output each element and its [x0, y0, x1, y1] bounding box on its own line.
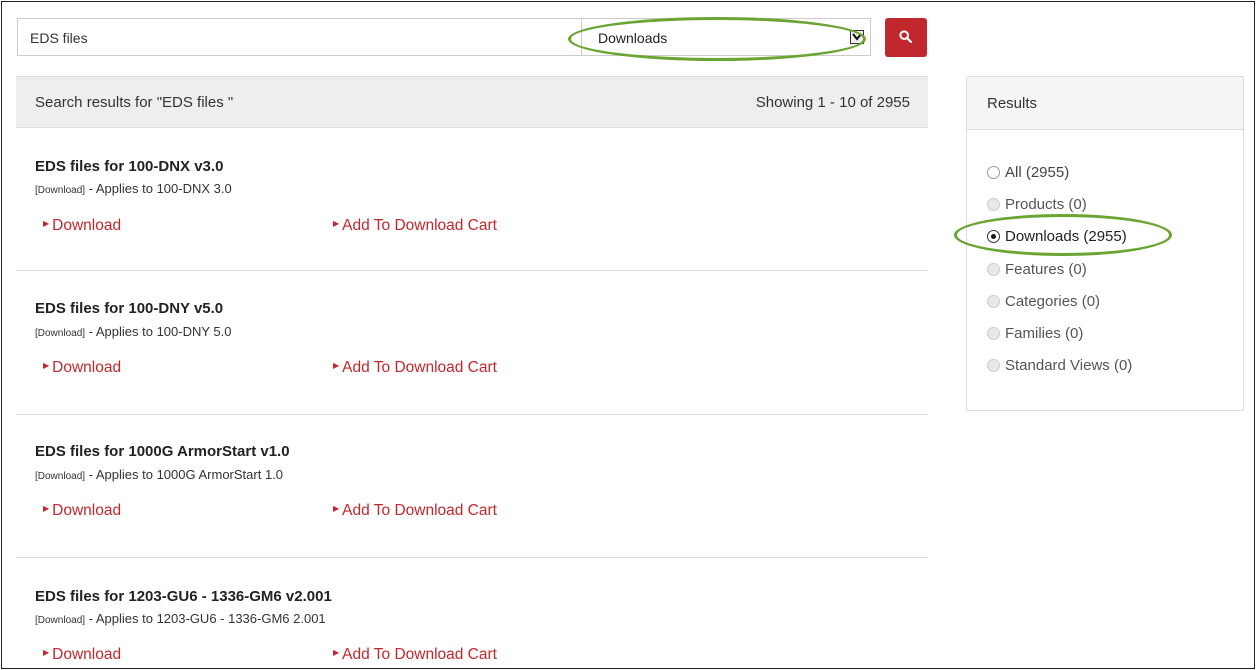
search-input-value: EDS files — [30, 30, 88, 46]
filter-option-all[interactable]: All (2955) — [987, 164, 1069, 181]
filter-option-products: Products (0) — [987, 196, 1087, 213]
triangle-right-icon: ▶ — [43, 648, 50, 657]
result-title[interactable]: EDS files for 100-DNX v3.0 — [35, 158, 223, 175]
add-to-cart-link[interactable]: ▶ Add To Download Cart — [333, 502, 497, 520]
result-tag: [Download] — [35, 185, 86, 196]
results-header: Search results for "EDS files " Showing … — [16, 76, 928, 128]
download-link-label: Download — [52, 502, 122, 519]
filter-label: Categories (0) — [1005, 293, 1101, 310]
radio-icon — [987, 198, 1000, 211]
add-to-cart-link[interactable]: ▶ Add To Download Cart — [333, 217, 497, 235]
results-filter-panel: Results All (2955) Products (0) Download… — [966, 76, 1244, 411]
radio-icon — [987, 359, 1000, 372]
result-applies: - Applies to 100-DNY 5.0 — [85, 324, 232, 339]
filter-label: Standard Views (0) — [1005, 357, 1133, 374]
result-title[interactable]: EDS files for 1000G ArmorStart v1.0 — [35, 443, 290, 460]
filter-option-categories: Categories (0) — [987, 293, 1100, 310]
add-to-cart-label: Add To Download Cart — [342, 502, 497, 519]
filter-label: Downloads (2955) — [1005, 228, 1127, 245]
search-button[interactable] — [885, 18, 927, 57]
radio-checked-icon[interactable] — [987, 230, 1000, 243]
result-title[interactable]: EDS files for 100-DNY v5.0 — [35, 300, 223, 317]
search-icon — [899, 30, 912, 43]
filter-label: All (2955) — [1005, 164, 1070, 181]
results-count: Showing 1 - 10 of 2955 — [755, 94, 910, 111]
triangle-right-icon: ▶ — [43, 361, 50, 370]
add-to-cart-link[interactable]: ▶ Add To Download Cart — [333, 646, 497, 664]
result-item: EDS files for 100-DNX v3.0 [Download] - … — [16, 128, 928, 271]
result-subtitle: [Download] - Applies to 100-DNY 5.0 — [35, 324, 231, 339]
download-link-label: Download — [52, 359, 122, 376]
triangle-right-icon: ▶ — [333, 648, 340, 657]
result-tag: [Download] — [35, 615, 86, 626]
download-link[interactable]: ▶ Download — [43, 646, 121, 664]
result-item: EDS files for 1000G ArmorStart v1.0 [Dow… — [16, 415, 928, 558]
download-link[interactable]: ▶ Download — [43, 502, 121, 520]
panel-title: Results — [987, 95, 1038, 112]
result-tag: [Download] — [35, 328, 86, 339]
results-title: Search results for "EDS files " — [35, 94, 234, 111]
filter-label: Products (0) — [1005, 196, 1087, 213]
add-to-cart-label: Add To Download Cart — [342, 359, 497, 376]
page-frame: EDS files Downloads Search results for "… — [1, 1, 1255, 669]
search-input[interactable]: EDS files — [17, 18, 582, 56]
triangle-right-icon: ▶ — [43, 504, 50, 513]
result-applies: - Applies to 100-DNX 3.0 — [85, 181, 232, 196]
filter-option-features: Features (0) — [987, 261, 1087, 278]
result-subtitle: [Download] - Applies to 1000G ArmorStart… — [35, 467, 283, 482]
filter-label: Families (0) — [1005, 325, 1084, 342]
download-link[interactable]: ▶ Download — [43, 217, 121, 235]
filter-option-families: Families (0) — [987, 325, 1083, 342]
filter-option-downloads[interactable]: Downloads (2955) — [987, 228, 1127, 245]
add-to-cart-label: Add To Download Cart — [342, 646, 497, 663]
search-type-select[interactable]: Downloads — [581, 18, 871, 56]
triangle-right-icon: ▶ — [333, 361, 340, 370]
result-title[interactable]: EDS files for 1203-GU6 - 1336-GM6 v2.001 — [35, 588, 332, 605]
radio-icon — [987, 327, 1000, 340]
result-subtitle: [Download] - Applies to 100-DNX 3.0 — [35, 181, 232, 196]
chevron-down-icon[interactable] — [850, 30, 864, 44]
add-to-cart-label: Add To Download Cart — [342, 217, 497, 234]
result-applies: - Applies to 1000G ArmorStart 1.0 — [85, 467, 284, 482]
radio-icon — [987, 295, 1000, 308]
download-link-label: Download — [52, 217, 122, 234]
result-item: EDS files for 1203-GU6 - 1336-GM6 v2.001… — [16, 558, 928, 668]
search-type-value: Downloads — [598, 30, 668, 46]
triangle-right-icon: ▶ — [333, 219, 340, 228]
result-subtitle: [Download] - Applies to 1203-GU6 - 1336-… — [35, 611, 326, 626]
result-item: EDS files for 100-DNY v5.0 [Download] - … — [16, 271, 928, 415]
result-tag: [Download] — [35, 471, 86, 482]
download-link-label: Download — [52, 646, 122, 663]
result-applies: - Applies to 1203-GU6 - 1336-GM6 2.001 — [85, 611, 326, 626]
filter-option-standard-views: Standard Views (0) — [987, 357, 1132, 374]
add-to-cart-link[interactable]: ▶ Add To Download Cart — [333, 359, 497, 377]
filter-label: Features (0) — [1005, 261, 1087, 278]
radio-icon — [987, 263, 1000, 276]
triangle-right-icon: ▶ — [43, 219, 50, 228]
panel-header: Results — [967, 77, 1243, 130]
radio-icon[interactable] — [987, 166, 1000, 179]
download-link[interactable]: ▶ Download — [43, 359, 121, 377]
triangle-right-icon: ▶ — [333, 504, 340, 513]
